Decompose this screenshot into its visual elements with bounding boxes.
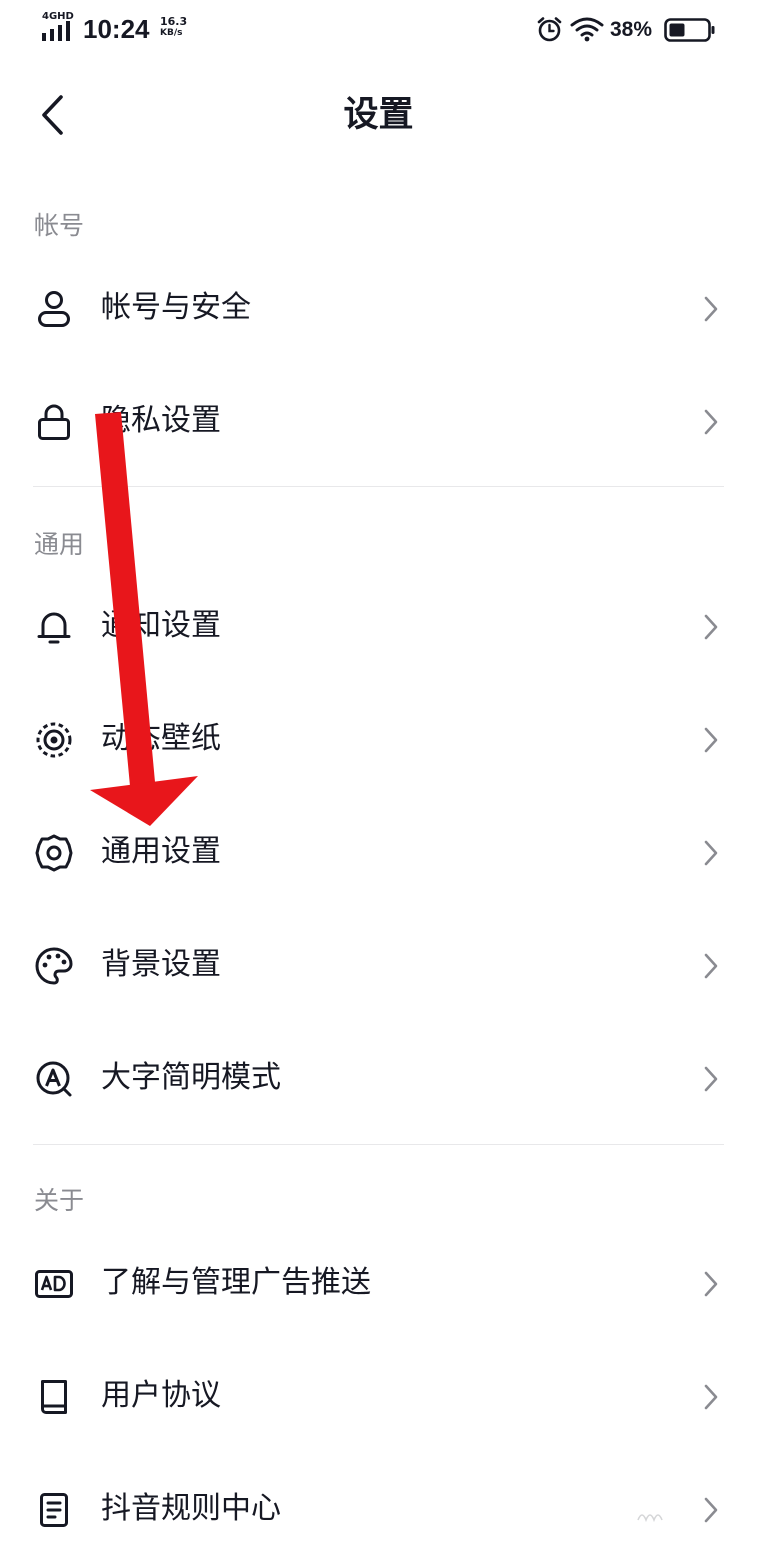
settings-item-large-font-mode[interactable]: 大字简明模式	[0, 1029, 757, 1129]
user-icon	[38, 291, 70, 327]
settings-item-label: 动态壁纸	[101, 721, 221, 756]
battery-percent: 38%	[610, 18, 653, 41]
section-title-general: 通用	[34, 530, 85, 559]
settings-item-label: 隐私设置	[101, 403, 221, 438]
wifi-icon	[570, 17, 604, 42]
bell-icon	[37, 612, 71, 644]
section-title-account: 帐号	[34, 211, 85, 240]
section-divider	[33, 486, 724, 487]
watermark-icon	[637, 1514, 663, 1523]
section-divider	[33, 1144, 724, 1145]
gear-icon	[35, 834, 73, 872]
book-icon	[41, 1380, 67, 1414]
status-time: 10:24	[83, 14, 150, 44]
section-title-about: 关于	[34, 1186, 85, 1215]
palette-icon	[35, 947, 73, 985]
signal-icon	[42, 21, 70, 41]
document-icon	[40, 1493, 68, 1527]
alarm-icon	[537, 17, 562, 42]
status-bar: 4GHD 10:24 16.3 KB/s 38%	[0, 0, 757, 60]
settings-item-label: 帐号与安全	[101, 290, 251, 325]
back-button[interactable]	[28, 88, 76, 142]
network-speed-value: 16.3	[160, 15, 188, 28]
back-arrow-icon	[42, 95, 63, 135]
settings-item-label: 通用设置	[101, 834, 221, 869]
settings-item-label: 抖音规则中心	[101, 1491, 281, 1526]
settings-item-live-wallpaper[interactable]: 动态壁纸	[0, 690, 757, 790]
chevron-right-icon	[704, 296, 718, 322]
chevron-right-icon	[704, 1271, 718, 1297]
settings-item-label: 通知设置	[101, 608, 221, 643]
chevron-right-icon	[704, 1066, 718, 1092]
chevron-right-icon	[704, 727, 718, 753]
ad-icon	[35, 1270, 73, 1298]
settings-item-privacy[interactable]: 隐私设置	[0, 372, 757, 472]
battery-icon	[664, 18, 715, 42]
settings-item-account-security[interactable]: 帐号与安全	[0, 259, 757, 359]
chevron-right-icon	[704, 1384, 718, 1410]
settings-item-notifications[interactable]: 通知设置	[0, 577, 757, 677]
chevron-right-icon	[704, 1497, 718, 1523]
settings-item-label: 用户协议	[101, 1378, 221, 1413]
settings-item-label: 背景设置	[101, 947, 221, 982]
chevron-right-icon	[704, 409, 718, 435]
lock-icon	[38, 404, 70, 440]
settings-item-ad-management[interactable]: 了解与管理广告推送	[0, 1234, 757, 1334]
settings-item-general-settings[interactable]: 通用设置	[0, 803, 757, 903]
chevron-right-icon	[704, 614, 718, 640]
chevron-right-icon	[704, 953, 718, 979]
network-speed-unit: KB/s	[160, 28, 183, 38]
large-font-icon	[36, 1061, 72, 1097]
settings-item-label: 了解与管理广告推送	[101, 1265, 371, 1300]
page-title: 设置	[343, 95, 414, 135]
chevron-right-icon	[704, 840, 718, 866]
live-wallpaper-icon	[36, 722, 72, 758]
settings-item-background[interactable]: 背景设置	[0, 916, 757, 1016]
settings-item-label: 大字简明模式	[101, 1060, 281, 1095]
page-header: 设置	[0, 70, 757, 160]
settings-item-user-agreement[interactable]: 用户协议	[0, 1347, 757, 1447]
network-speed: 16.3 KB/s	[160, 15, 200, 39]
